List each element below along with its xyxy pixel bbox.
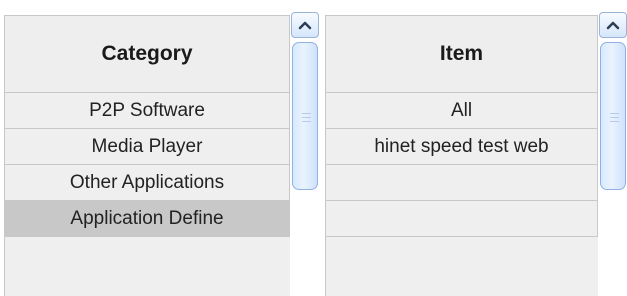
category-list: Category P2P Software Media Player Other… bbox=[4, 15, 290, 296]
item-list: Item All hinet speed test web bbox=[325, 15, 598, 296]
grip-lines-icon bbox=[302, 113, 311, 122]
grip-lines-icon bbox=[610, 113, 619, 122]
item-row-empty[interactable] bbox=[326, 201, 598, 237]
item-row-empty[interactable] bbox=[326, 165, 598, 201]
chevron-up-icon bbox=[298, 21, 312, 30]
category-scroll-up-button[interactable] bbox=[291, 12, 319, 38]
item-row-hinet-speed-test-web[interactable]: hinet speed test web bbox=[326, 129, 598, 165]
category-item-application-define[interactable]: Application Define bbox=[5, 201, 290, 237]
item-scroll-up-button[interactable] bbox=[599, 12, 627, 38]
item-header: Item bbox=[326, 16, 598, 93]
chevron-up-icon bbox=[606, 21, 620, 30]
category-header: Category bbox=[5, 16, 290, 93]
item-row-all[interactable]: All bbox=[326, 93, 598, 129]
category-scroll-thumb[interactable] bbox=[292, 42, 318, 190]
category-scrollbar[interactable] bbox=[291, 12, 319, 295]
item-scroll-thumb[interactable] bbox=[600, 42, 626, 190]
category-item-media-player[interactable]: Media Player bbox=[5, 129, 290, 165]
category-item-p2p-software[interactable]: P2P Software bbox=[5, 93, 290, 129]
category-item-other-applications[interactable]: Other Applications bbox=[5, 165, 290, 201]
item-scrollbar[interactable] bbox=[599, 12, 627, 295]
